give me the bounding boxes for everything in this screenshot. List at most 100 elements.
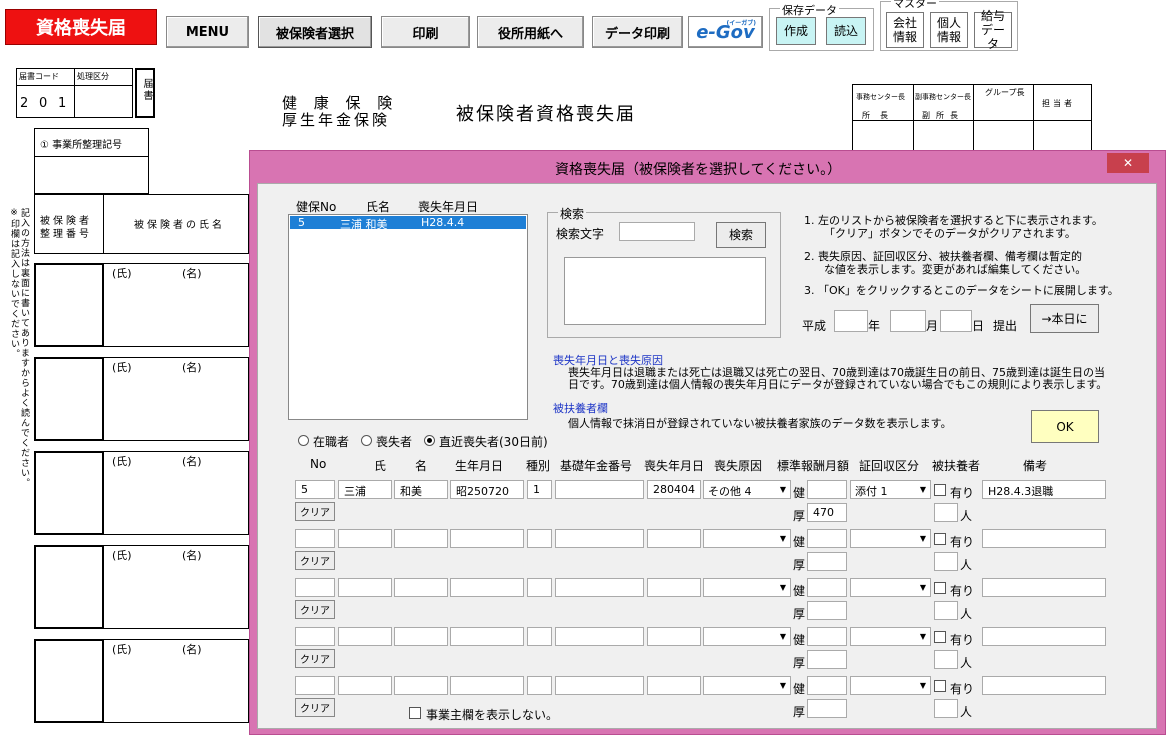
row-cause-select[interactable]: ▼ (703, 676, 791, 695)
row-kind-input[interactable] (527, 676, 552, 695)
row-pension-input[interactable] (555, 578, 644, 597)
office-form-button[interactable]: 役所用紙へ (477, 16, 584, 48)
row-ken-input[interactable] (807, 676, 847, 695)
radio-lost[interactable] (361, 435, 372, 446)
row-note-input[interactable] (982, 676, 1106, 695)
ok-button[interactable]: OK (1031, 410, 1099, 443)
dialog-close-button[interactable]: ✕ (1107, 153, 1149, 173)
select-insured-button[interactable]: 被保険者選択 (258, 16, 372, 48)
row-kind-input[interactable]: 1 (527, 480, 552, 499)
row-clear-button[interactable]: クリア (295, 649, 335, 668)
row-no-input[interactable] (295, 529, 335, 548)
row-recovery-select[interactable]: ▼ (850, 676, 931, 695)
row-birth-input[interactable] (450, 676, 524, 695)
row-no-input[interactable] (295, 578, 335, 597)
today-button[interactable]: →本日に (1030, 304, 1099, 333)
search-input[interactable] (619, 222, 695, 241)
row-cause-select[interactable]: その他 4 ▼ (703, 480, 791, 499)
row-pension-input[interactable] (555, 480, 644, 499)
row-pension-input[interactable] (555, 529, 644, 548)
row-kou-input[interactable] (807, 601, 847, 620)
row-shi-input[interactable] (338, 676, 392, 695)
row-kind-input[interactable] (527, 578, 552, 597)
row-clear-button[interactable]: クリア (295, 698, 335, 717)
radio-recent-lost[interactable] (424, 435, 435, 446)
row-mei-input[interactable] (394, 676, 448, 695)
radio-employed[interactable] (298, 435, 309, 446)
submit-day-input[interactable] (940, 310, 972, 332)
row-dependents-count-input[interactable] (934, 503, 958, 522)
row-loss-date-input[interactable] (647, 627, 701, 646)
row-loss-date-input[interactable] (647, 578, 701, 597)
load-button[interactable]: 読込 (826, 17, 866, 45)
row-note-input[interactable]: H28.4.3退職 (982, 480, 1106, 499)
row-pension-input[interactable] (555, 627, 644, 646)
row-loss-date-input[interactable] (647, 676, 701, 695)
print-button[interactable]: 印刷 (381, 16, 470, 48)
row-recovery-select[interactable]: 添付 1 ▼ (850, 480, 931, 499)
row-shi-input[interactable] (338, 627, 392, 646)
row-no-input[interactable]: 5 (295, 480, 335, 499)
row-mei-input[interactable] (394, 578, 448, 597)
row-loss-date-input[interactable] (647, 529, 701, 548)
personal-info-button[interactable]: 個人情報 (930, 12, 968, 48)
row-no-input[interactable] (295, 627, 335, 646)
row-dependents-checkbox[interactable] (934, 631, 946, 643)
row-kou-input[interactable] (807, 650, 847, 669)
row-clear-button[interactable]: クリア (295, 600, 335, 619)
row-shi-input[interactable] (338, 578, 392, 597)
row-note-input[interactable] (982, 578, 1106, 597)
row-kind-input[interactable] (527, 627, 552, 646)
row-mei-input[interactable]: 和美 (394, 480, 448, 499)
row-recovery-select[interactable]: ▼ (850, 529, 931, 548)
menu-button[interactable]: MENU (166, 16, 249, 48)
row-ken-input[interactable] (807, 529, 847, 548)
company-info-button[interactable]: 会社情報 (886, 12, 924, 48)
row-shi-input[interactable] (338, 529, 392, 548)
row-kou-input[interactable] (807, 552, 847, 571)
row-mei-input[interactable] (394, 627, 448, 646)
row-ken-input[interactable] (807, 627, 847, 646)
row-cause-select[interactable]: ▼ (703, 578, 791, 597)
row-kou-input[interactable] (807, 699, 847, 718)
row-birth-input[interactable] (450, 529, 524, 548)
create-button[interactable]: 作成 (776, 17, 816, 45)
submit-month-input[interactable] (890, 310, 926, 332)
salary-data-button[interactable]: 給与データ (974, 9, 1012, 51)
row-dependents-checkbox[interactable] (934, 582, 946, 594)
row-loss-date-input[interactable]: 280404 (647, 480, 701, 499)
row-recovery-select[interactable]: ▼ (850, 627, 931, 646)
data-print-button[interactable]: データ印刷 (592, 16, 683, 48)
egov-button[interactable]: e-Gov (イーガブ) (688, 16, 763, 48)
list-item[interactable]: 5 三浦 和美 H28.4.4 (290, 216, 526, 231)
row-dependents-checkbox[interactable] (934, 484, 946, 496)
row-recovery-select[interactable]: ▼ (850, 578, 931, 597)
row-kind-input[interactable] (527, 529, 552, 548)
row-dependents-checkbox[interactable] (934, 533, 946, 545)
insured-listbox[interactable]: 5 三浦 和美 H28.4.4 (288, 214, 528, 420)
row-dependents-count-input[interactable] (934, 699, 958, 718)
row-cause-select[interactable]: ▼ (703, 529, 791, 548)
row-dependents-count-input[interactable] (934, 601, 958, 620)
row-dependents-checkbox[interactable] (934, 680, 946, 692)
row-pension-input[interactable] (555, 676, 644, 695)
row-cause-select[interactable]: ▼ (703, 627, 791, 646)
search-results[interactable] (564, 257, 766, 325)
row-note-input[interactable] (982, 627, 1106, 646)
row-ken-input[interactable] (807, 480, 847, 499)
search-button[interactable]: 検索 (716, 222, 766, 248)
submit-year-input[interactable] (834, 310, 868, 332)
row-clear-button[interactable]: クリア (295, 551, 335, 570)
row-birth-input[interactable] (450, 627, 524, 646)
row-dependents-count-input[interactable] (934, 552, 958, 571)
row-kou-input[interactable]: 470 (807, 503, 847, 522)
row-mei-input[interactable] (394, 529, 448, 548)
row-birth-input[interactable] (450, 578, 524, 597)
row-ken-input[interactable] (807, 578, 847, 597)
row-no-input[interactable] (295, 676, 335, 695)
row-birth-input[interactable]: 昭250720 (450, 480, 524, 499)
row-shi-input[interactable]: 三浦 (338, 480, 392, 499)
row-dependents-count-input[interactable] (934, 650, 958, 669)
row-clear-button[interactable]: クリア (295, 502, 335, 521)
row-note-input[interactable] (982, 529, 1106, 548)
